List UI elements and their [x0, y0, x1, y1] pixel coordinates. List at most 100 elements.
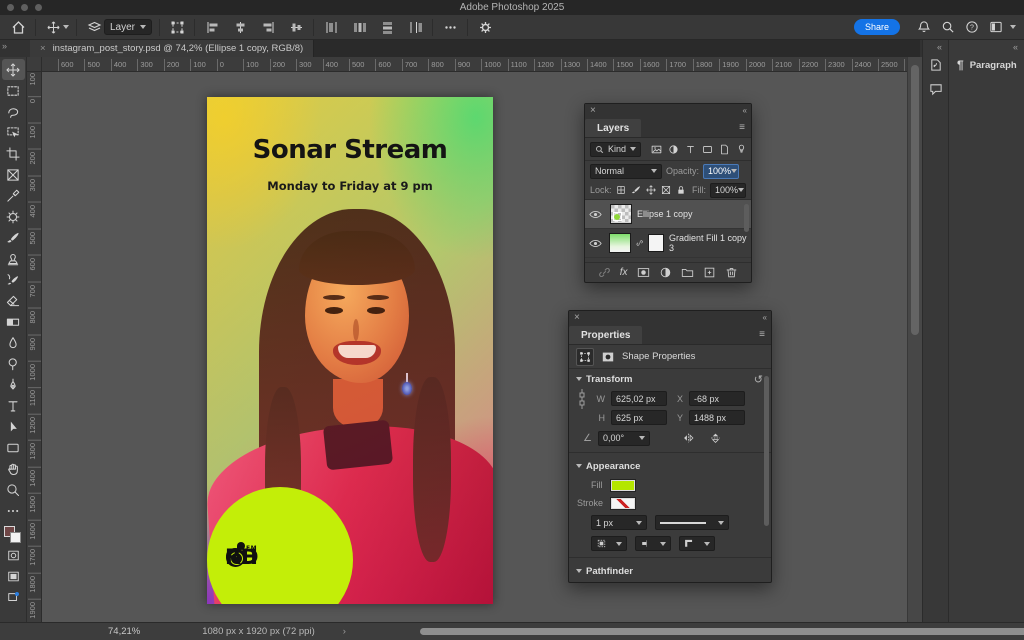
workspace-caret-icon[interactable]	[1010, 25, 1016, 29]
help-icon[interactable]: ?	[962, 17, 982, 37]
filter-kind-dropdown[interactable]: Kind	[590, 142, 641, 157]
marquee-tool[interactable]	[2, 80, 25, 101]
filter-type-layers-icon[interactable]	[685, 144, 696, 155]
vertical-scrollbar[interactable]	[907, 57, 922, 622]
path-selection-tool[interactable]	[2, 416, 25, 437]
mask-mode-button[interactable]	[600, 349, 616, 365]
filter-smart-objects-icon[interactable]	[719, 144, 730, 155]
screen-mode-icon[interactable]	[2, 566, 25, 587]
layer-visibility-eye-icon[interactable]	[589, 239, 604, 248]
hand-tool[interactable]	[2, 458, 25, 479]
crop-tool[interactable]	[2, 143, 25, 164]
object-selection-tool[interactable]	[2, 122, 25, 143]
vertical-ruler[interactable]: 1000100200300400500600700800900100011001…	[27, 72, 42, 622]
version-history-panel-icon[interactable]	[929, 58, 943, 72]
stroke-width-field[interactable]: 1 px	[591, 515, 647, 530]
distribute-right-edges-icon[interactable]	[405, 17, 425, 37]
panel-menu-icon[interactable]: ≡	[759, 329, 765, 340]
layer-mask-thumbnail[interactable]	[648, 234, 664, 252]
layer-effects-icon[interactable]: fx	[620, 267, 628, 278]
eyedropper-tool[interactable]	[2, 185, 25, 206]
stroke-corner-dropdown[interactable]	[679, 536, 715, 551]
lock-position-icon[interactable]	[646, 185, 656, 195]
properties-tab[interactable]: Properties	[569, 326, 642, 344]
fill-color-swatch[interactable]	[611, 480, 635, 491]
lasso-tool[interactable]	[2, 101, 25, 122]
blend-mode-dropdown[interactable]: Normal	[590, 164, 662, 179]
shape-tool[interactable]	[2, 437, 25, 458]
frame-tool[interactable]	[2, 164, 25, 185]
zoom-tool[interactable]	[2, 479, 25, 500]
filter-shape-layers-icon[interactable]	[702, 144, 713, 155]
search-icon[interactable]	[938, 17, 958, 37]
quick-mask-icon[interactable]	[2, 545, 25, 566]
flip-vertical-icon[interactable]	[709, 432, 722, 444]
sync-status-icon[interactable]	[2, 587, 25, 608]
appearance-section-header[interactable]: Appearance	[569, 456, 771, 476]
document-tab[interactable]: × instagram_post_story.psd @ 74,2% (Elli…	[30, 40, 314, 57]
gradient-tool[interactable]	[2, 311, 25, 332]
background-color-swatch[interactable]	[10, 532, 21, 543]
more-options-icon[interactable]	[440, 17, 460, 37]
link-layers-icon[interactable]	[598, 266, 611, 279]
filter-filter-toggle-icon[interactable]	[736, 144, 747, 155]
move-tool-option-icon[interactable]	[43, 17, 63, 37]
add-layer-mask-icon[interactable]	[637, 266, 650, 279]
collapse-rail-icon[interactable]: «	[1013, 42, 1018, 52]
transform-controls-icon[interactable]	[167, 17, 187, 37]
comments-panel-icon[interactable]	[929, 82, 943, 96]
distribute-left-edges-icon[interactable]	[321, 17, 341, 37]
collapse-rail-icon[interactable]: «	[937, 42, 942, 52]
eraser-tool[interactable]	[2, 290, 25, 311]
canvas-area[interactable]: Sonar Stream Monday to Friday at 9 pm CH…	[27, 57, 907, 622]
panel-collapse-icon[interactable]: «	[763, 313, 766, 322]
align-left-edges-icon[interactable]	[202, 17, 222, 37]
lock-all-icon[interactable]	[676, 185, 686, 195]
healing-brush-tool[interactable]	[2, 206, 25, 227]
fill-field[interactable]: 100%	[710, 183, 746, 198]
distribute-horizontal-centers-icon[interactable]	[349, 17, 369, 37]
clone-stamp-tool[interactable]	[2, 248, 25, 269]
home-icon[interactable]	[8, 17, 28, 37]
zoom-level-field[interactable]: 74,21%	[108, 626, 140, 637]
notifications-bell-icon[interactable]	[914, 17, 934, 37]
share-button[interactable]: Share	[854, 19, 900, 35]
horizontal-scrollbar-thumb[interactable]	[420, 628, 1024, 635]
shape-transform-mode-button[interactable]	[576, 348, 594, 366]
lock-artboard-icon[interactable]	[661, 185, 671, 195]
layer-visibility-eye-icon[interactable]	[589, 210, 605, 219]
panel-menu-icon[interactable]: ≡	[739, 122, 745, 133]
type-tool[interactable]	[2, 395, 25, 416]
adjustment-layer-icon[interactable]	[659, 266, 672, 279]
link-wh-icon[interactable]	[577, 388, 589, 410]
filter-adjustment-layers-icon[interactable]	[668, 144, 679, 155]
pen-tool[interactable]	[2, 374, 25, 395]
align-right-edges-icon[interactable]	[258, 17, 278, 37]
vertical-scrollbar-thumb[interactable]	[911, 65, 919, 335]
new-group-icon[interactable]	[681, 266, 694, 279]
reset-transform-icon[interactable]: ↺	[754, 373, 763, 386]
stroke-align-dropdown[interactable]	[591, 536, 627, 551]
x-position-field[interactable]: -68 px	[689, 391, 745, 406]
ruler-origin-corner[interactable]	[27, 57, 42, 72]
distribute-vertical-centers-icon[interactable]	[377, 17, 397, 37]
properties-scrollbar-thumb[interactable]	[764, 376, 769, 526]
filter-pixel-layers-icon[interactable]	[651, 144, 662, 155]
lock-pixels-icon[interactable]	[631, 185, 641, 195]
width-field[interactable]: 625,02 px	[611, 391, 667, 406]
delete-layer-icon[interactable]	[725, 266, 738, 279]
height-field[interactable]: 625 px	[611, 410, 667, 425]
auto-select-icon[interactable]	[84, 17, 104, 37]
layer-row[interactable]: Ellipse 1 copy	[585, 200, 751, 229]
layer-row[interactable]: Gradient Fill 1 copy 3	[585, 229, 751, 258]
y-position-field[interactable]: 1488 px	[689, 410, 745, 425]
panel-close-icon[interactable]: ×	[590, 106, 596, 115]
lock-transparency-icon[interactable]	[616, 185, 626, 195]
transform-section-header[interactable]: Transform ↺	[569, 369, 771, 389]
status-chevron-icon[interactable]: ›	[343, 626, 346, 637]
paragraph-panel-button[interactable]: ¶ Paragraph	[957, 58, 1017, 72]
stroke-style-dropdown[interactable]	[655, 515, 729, 530]
layer-thumbnail[interactable]	[609, 233, 631, 253]
new-layer-icon[interactable]	[703, 266, 716, 279]
rotation-field[interactable]: 0,00°	[598, 431, 650, 446]
